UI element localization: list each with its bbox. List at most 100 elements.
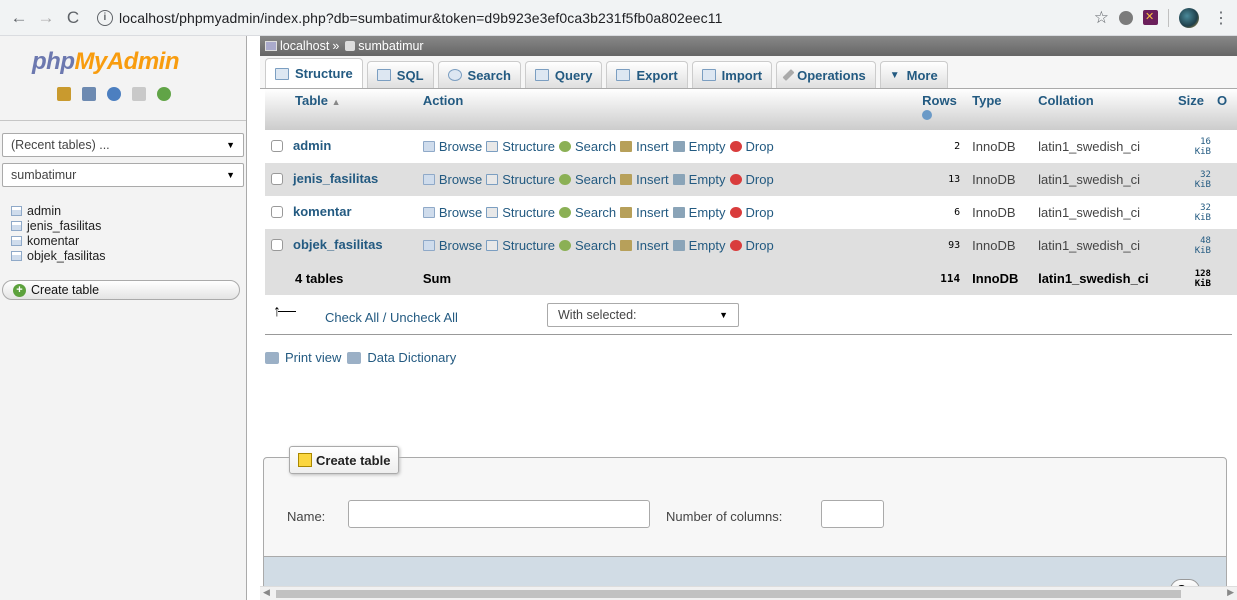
menu-icon[interactable]: ⋮ [1213, 8, 1229, 28]
row-checkbox[interactable] [271, 205, 283, 218]
nav-create-table-button[interactable]: + Create table [2, 280, 240, 300]
scroll-right-icon[interactable]: ▶ [1227, 587, 1234, 598]
insert-action[interactable]: Insert [620, 238, 669, 253]
row-checkbox[interactable] [271, 238, 283, 251]
reload-nav-icon[interactable] [157, 87, 171, 101]
tab-export[interactable]: Export [606, 61, 688, 88]
breadcrumb-server[interactable]: localhost [280, 39, 329, 53]
structure-action[interactable]: Structure [486, 172, 555, 187]
tab-query[interactable]: Query [524, 61, 603, 88]
table-name-input[interactable] [348, 500, 650, 528]
empty-action[interactable]: Empty [672, 139, 726, 154]
tab-structure[interactable]: Structure [265, 58, 363, 88]
summary-label: Sum [416, 262, 917, 295]
breadcrumb-separator: » [332, 39, 340, 53]
back-icon[interactable]: ← [8, 8, 30, 28]
dropdown-arrow-icon: ▼ [719, 310, 728, 320]
table-name-link[interactable]: objek_fasilitas [293, 237, 383, 252]
empty-action[interactable]: Empty [672, 238, 726, 253]
breadcrumb-database[interactable]: sumbatimur [358, 39, 423, 53]
search-action[interactable]: Search [558, 139, 616, 154]
forward-icon[interactable]: → [35, 8, 57, 28]
nav-table-item[interactable]: objek_fasilitas [11, 248, 246, 263]
check-all-link[interactable]: Check All / Uncheck All [325, 310, 458, 325]
docs-icon[interactable] [132, 87, 146, 101]
structure-action[interactable]: Structure [486, 205, 555, 220]
column-header-rows[interactable]: Rows [916, 89, 967, 130]
bookmark-star-icon[interactable]: ☆ [1094, 8, 1109, 28]
data-dictionary-link[interactable]: Data Dictionary [367, 350, 456, 365]
nav-table-item[interactable]: komentar [11, 233, 246, 248]
query-icon [534, 69, 549, 81]
column-header-collation[interactable]: Collation [1032, 89, 1172, 130]
print-view-link[interactable]: Print view [285, 350, 341, 365]
create-table-legend: Create table [289, 446, 400, 474]
home-icon[interactable] [57, 87, 71, 101]
row-size[interactable]: 32 KiB [1172, 163, 1217, 196]
drop-action[interactable]: Drop [729, 172, 774, 187]
empty-action[interactable]: Empty [672, 172, 726, 187]
insert-action[interactable]: Insert [620, 172, 669, 187]
horizontal-scrollbar[interactable]: ◀ ▶ [260, 586, 1237, 600]
insert-action[interactable]: Insert [620, 139, 669, 154]
insert-action[interactable]: Insert [620, 205, 669, 220]
tab-sql[interactable]: SQL [366, 61, 434, 88]
phpmyadmin-logo[interactable]: phpMyAdmin [32, 48, 246, 76]
structure-icon [486, 173, 499, 185]
row-collation: latin1_swedish_ci [1032, 130, 1172, 163]
tab-search[interactable]: Search [437, 61, 521, 88]
table-name-link[interactable]: admin [293, 138, 331, 153]
logout-icon[interactable] [82, 87, 96, 101]
extension-icon[interactable] [1143, 10, 1158, 25]
row-count: 2 [916, 130, 967, 163]
structure-action[interactable]: Structure [486, 238, 555, 253]
column-header-table[interactable]: Table ▲ [271, 93, 341, 108]
row-checkbox[interactable] [271, 139, 283, 152]
column-header-overhead[interactable]: O [1216, 89, 1237, 130]
drop-action[interactable]: Drop [729, 238, 774, 253]
column-header-type[interactable]: Type [966, 89, 1033, 130]
row-overhead [1216, 163, 1237, 196]
table-name-link[interactable]: komentar [293, 204, 352, 219]
row-name-cell: jenis_fasilitas [265, 163, 417, 196]
tab-operations[interactable]: Operations [776, 61, 876, 88]
row-size[interactable]: 48 KiB [1172, 229, 1217, 262]
scrollbar-thumb[interactable] [276, 590, 1181, 598]
tab-import[interactable]: Import [691, 61, 773, 88]
tab-more[interactable]: ▼ More [879, 61, 948, 88]
drop-action[interactable]: Drop [729, 139, 774, 154]
nav-table-item[interactable]: admin [11, 203, 246, 218]
row-size[interactable]: 32 KiB [1172, 196, 1217, 229]
row-size[interactable]: 16 KiB [1172, 130, 1217, 163]
search-action[interactable]: Search [558, 238, 616, 253]
empty-action[interactable]: Empty [672, 205, 726, 220]
row-checkbox[interactable] [271, 172, 283, 185]
help-icon[interactable] [107, 87, 121, 101]
recent-tables-select[interactable]: (Recent tables) ... ▼ [2, 133, 244, 157]
row-actions-cell: Browse Structure Search Insert Empty Drop [416, 229, 917, 262]
help-icon[interactable] [922, 110, 933, 120]
info-icon[interactable]: i [97, 9, 113, 26]
row-type: InnoDB [966, 163, 1033, 196]
drop-action[interactable]: Drop [729, 205, 774, 220]
address-bar[interactable]: i localhost/phpmyadmin/index.php?db=sumb… [97, 4, 1084, 32]
reload-icon[interactable]: C [62, 8, 84, 28]
scroll-left-icon[interactable]: ◀ [263, 587, 270, 598]
number-of-columns-input[interactable] [821, 500, 884, 528]
browse-action[interactable]: Browse [422, 238, 482, 253]
profile-avatar[interactable] [1179, 7, 1199, 28]
search-action[interactable]: Search [558, 205, 616, 220]
browse-action[interactable]: Browse [422, 205, 482, 220]
browse-action[interactable]: Browse [422, 172, 482, 187]
nav-table-item[interactable]: jenis_fasilitas [11, 218, 246, 233]
search-action[interactable]: Search [558, 172, 616, 187]
table-icon [11, 220, 22, 231]
browse-action[interactable]: Browse [422, 139, 482, 154]
table-name-link[interactable]: jenis_fasilitas [293, 171, 378, 186]
database-select[interactable]: sumbatimur ▼ [2, 163, 244, 187]
structure-action[interactable]: Structure [486, 139, 555, 154]
with-selected-select[interactable]: With selected: ▼ [547, 303, 739, 327]
column-header-size[interactable]: Size [1172, 89, 1217, 130]
extension-icon[interactable] [1119, 10, 1133, 25]
search-icon [447, 69, 462, 81]
